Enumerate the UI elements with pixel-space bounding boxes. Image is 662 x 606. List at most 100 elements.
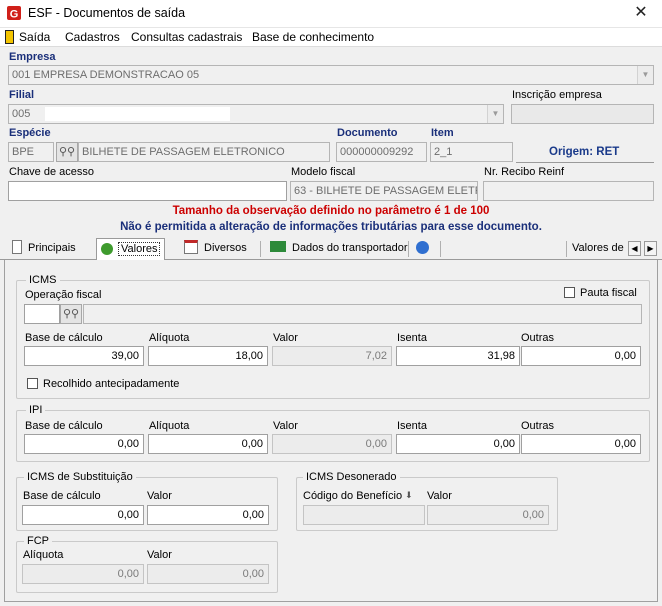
fcp-aliquota-label: Alíquota [23, 549, 64, 561]
chave-label: Chave de acesso [9, 166, 94, 178]
tab-principais-label: Principais [28, 242, 76, 254]
operacao-fiscal-label: Operação fiscal [25, 289, 102, 301]
icms-outras-label: Outras [521, 332, 555, 344]
icms-base-label: Base de cálculo [25, 332, 103, 344]
ipi-group-title: IPI [26, 404, 46, 416]
icms-desonerado-group-title: ICMS Desonerado [303, 471, 400, 483]
tab-valores-de-label: Valores de [572, 242, 624, 254]
menu-base-de-conhecimento[interactable]: Base de conhecimento [252, 29, 374, 46]
icms-st-valor-field[interactable]: 0,00 [147, 505, 269, 525]
recolhido-antecipadamente-checkbox[interactable] [27, 378, 38, 389]
operacao-fiscal-description-field [83, 304, 642, 324]
binoculars-icon: ⚲⚲ [58, 146, 76, 158]
arrow-down-icon: ⬇ [405, 490, 413, 500]
tab-separator [408, 241, 409, 257]
inscricao-field[interactable] [511, 104, 654, 124]
icms-base-field[interactable]: 39,00 [24, 346, 144, 366]
icms-st-base-label: Base de cálculo [23, 490, 101, 502]
ipi-aliquota-field[interactable]: 0,00 [148, 434, 268, 454]
menu-saida[interactable]: Saída [19, 29, 50, 46]
item-field[interactable]: 2_1 [430, 142, 513, 162]
ipi-valor-field: 0,00 [272, 434, 392, 454]
tab-separator [440, 241, 441, 257]
fcp-aliquota-field: 0,00 [22, 564, 144, 584]
ipi-outras-label: Outras [521, 420, 555, 432]
especie-label: Espécie [9, 127, 51, 139]
filial-name-redacted [45, 107, 230, 121]
especie-code-field[interactable]: BPE [8, 142, 54, 162]
documento-field[interactable]: 000000009292 [336, 142, 427, 162]
icms-des-valor-field: 0,00 [427, 505, 549, 525]
fcp-group-title: FCP [24, 535, 52, 547]
icms-valor-field: 7,02 [272, 346, 392, 366]
calendar-icon [184, 240, 198, 254]
especie-search-button[interactable]: ⚲⚲ [56, 142, 78, 162]
ipi-aliquota-label: Alíquota [149, 420, 190, 432]
ipi-isenta-field[interactable]: 0,00 [396, 434, 520, 454]
window-title: ESF - Documentos de saída [28, 6, 186, 20]
tab-valores-de[interactable]: Valores de [572, 239, 624, 259]
filial-value: 005 [12, 108, 31, 120]
close-button[interactable]: ✕ [626, 2, 656, 24]
tab-scroll-left-button[interactable]: ◀ [628, 241, 641, 256]
tab-separator [260, 241, 261, 257]
tab-info[interactable] [416, 239, 435, 259]
tab-diversos[interactable]: Diversos [184, 239, 247, 259]
filial-select[interactable]: 005 ▼ [8, 104, 504, 124]
menu-cadastros[interactable]: Cadastros [65, 29, 120, 46]
ipi-base-field[interactable]: 0,00 [24, 434, 144, 454]
binoculars-icon: ⚲⚲ [62, 308, 80, 320]
modelo-label: Modelo fiscal [291, 166, 356, 178]
chevron-down-icon[interactable]: ▼ [637, 66, 653, 84]
icms-isenta-label: Isenta [397, 332, 427, 344]
document-icon [12, 240, 22, 254]
menu-consultas-cadastrais[interactable]: Consultas cadastrais [131, 29, 242, 46]
recolhido-antecipadamente-label: Recolhido antecipadamente [43, 378, 180, 390]
menu-bar: Saída Cadastros Consultas cadastrais Bas… [0, 28, 662, 47]
tab-principais[interactable]: Principais [12, 239, 76, 259]
icms-outras-field[interactable]: 0,00 [521, 346, 641, 366]
ipi-valor-label: Valor [273, 420, 298, 432]
ipi-outras-field[interactable]: 0,00 [521, 434, 641, 454]
tab-valores[interactable]: Valores [96, 238, 166, 261]
especie-description-field: BILHETE DE PASSAGEM ELETRONICO [78, 142, 330, 162]
info-icon [416, 241, 429, 254]
tab-separator [566, 241, 567, 257]
title-bar: G ESF - Documentos de saída ✕ [0, 0, 662, 28]
item-label: Item [431, 127, 454, 139]
codigo-beneficio-label: Código do Benefício [303, 490, 403, 502]
codigo-beneficio-field [303, 505, 425, 525]
tab-scroll-right-button[interactable]: ▶ [644, 241, 657, 256]
icms-aliquota-label: Alíquota [149, 332, 190, 344]
svg-text:G: G [10, 9, 19, 21]
operacao-fiscal-search-button[interactable]: ⚲⚲ [60, 304, 82, 324]
filial-label: Filial [9, 89, 35, 101]
empresa-label: Empresa [9, 51, 56, 63]
truck-icon [270, 241, 286, 252]
icms-isenta-field[interactable]: 31,98 [396, 346, 520, 366]
door-icon [5, 30, 14, 44]
ipi-isenta-label: Isenta [397, 420, 427, 432]
pauta-fiscal-checkbox[interactable] [564, 287, 575, 298]
empresa-select[interactable]: 001 EMPRESA DEMONSTRACAO 05 ▼ [8, 65, 654, 85]
divider [516, 162, 654, 163]
recibo-reinf-field[interactable] [483, 181, 654, 201]
icms-st-base-field[interactable]: 0,00 [22, 505, 144, 525]
tab-dados-do-transportador[interactable]: Dados do transportador [270, 239, 408, 259]
operacao-fiscal-code-field[interactable] [24, 304, 60, 324]
documento-label: Documento [337, 127, 398, 139]
recibo-label: Nr. Recibo Reinf [484, 166, 565, 178]
tab-transportador-label: Dados do transportador [292, 242, 408, 254]
fcp-valor-label: Valor [147, 549, 172, 561]
fcp-valor-field: 0,00 [147, 564, 269, 584]
chave-de-acesso-field[interactable] [8, 181, 287, 201]
money-icon [101, 243, 113, 255]
icms-valor-label: Valor [273, 332, 298, 344]
ipi-base-label: Base de cálculo [25, 420, 103, 432]
icms-group-title: ICMS [26, 274, 60, 286]
icms-aliquota-field[interactable]: 18,00 [148, 346, 268, 366]
chevron-down-icon[interactable]: ▼ [487, 105, 503, 123]
origem-label: Origem: RET [549, 146, 620, 158]
tab-valores-label: Valores [118, 242, 161, 256]
pauta-fiscal-label: Pauta fiscal [580, 287, 637, 299]
